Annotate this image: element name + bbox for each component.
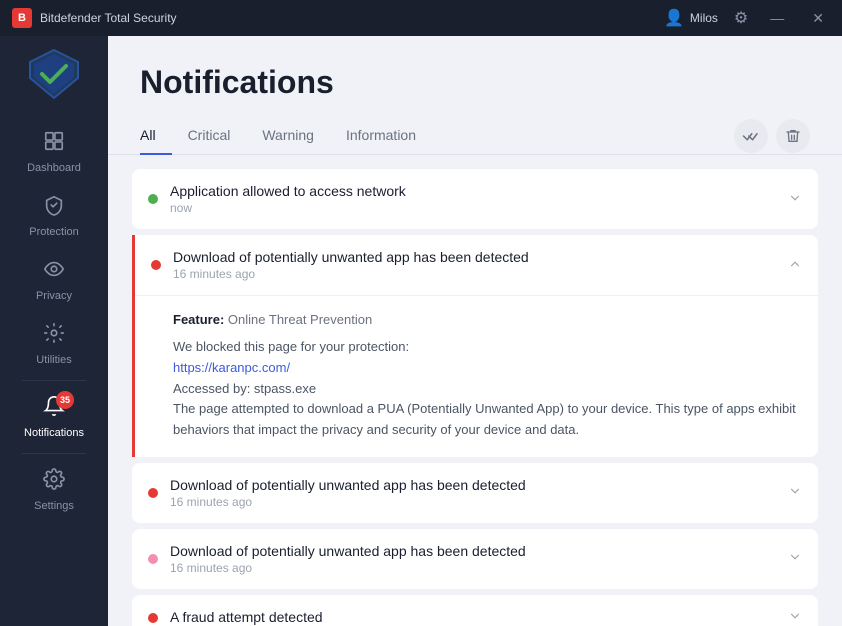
notification-item-5[interactable]: A fraud attempt detected <box>132 595 818 626</box>
chevron-down-icon <box>788 191 802 208</box>
dashboard-label: Dashboard <box>27 162 81 174</box>
feature-label: Feature: <box>173 312 224 327</box>
notification-title: Application allowed to access network <box>170 183 776 199</box>
dashboard-icon <box>43 130 65 158</box>
notification-time: now <box>170 201 776 215</box>
privacy-label: Privacy <box>36 290 72 302</box>
mark-all-read-button[interactable] <box>734 119 768 153</box>
tab-all[interactable]: All <box>140 117 172 155</box>
notification-dot-green <box>148 194 158 204</box>
notification-header-3[interactable]: Download of potentially unwanted app has… <box>132 463 818 523</box>
blocked-url[interactable]: https://karanpc.com/ <box>173 360 290 375</box>
notification-item-4[interactable]: Download of potentially unwanted app has… <box>132 529 818 589</box>
sidebar-divider <box>22 380 87 381</box>
notification-header-5[interactable]: A fraud attempt detected <box>132 595 818 626</box>
notification-header[interactable]: Application allowed to access network no… <box>132 169 818 229</box>
sidebar-item-utilities[interactable]: Utilities <box>0 312 108 376</box>
notification-text-5: A fraud attempt detected <box>170 609 776 626</box>
notification-time-3: 16 minutes ago <box>170 495 776 509</box>
settings-label: Settings <box>34 500 74 512</box>
user-icon: 👤 <box>664 8 684 28</box>
settings-icon <box>43 468 65 496</box>
page-title: Notifications <box>140 64 810 101</box>
chevron-down-icon-5 <box>788 609 802 626</box>
user-profile[interactable]: 👤 Milos <box>664 8 718 28</box>
protection-icon <box>43 194 65 222</box>
notification-item-expanded[interactable]: Download of potentially unwanted app has… <box>132 235 818 457</box>
tab-warning[interactable]: Warning <box>262 117 330 155</box>
tab-information[interactable]: Information <box>346 117 432 155</box>
sidebar-item-protection[interactable]: Protection <box>0 184 108 248</box>
notification-badge: 35 <box>56 391 74 409</box>
sidebar-logo <box>26 46 82 102</box>
notification-text: Application allowed to access network no… <box>170 183 776 215</box>
page-header: Notifications <box>108 36 842 117</box>
sidebar-divider-2 <box>22 453 87 454</box>
utilities-label: Utilities <box>36 354 71 366</box>
notification-body: Feature: Online Threat Prevention We blo… <box>135 296 818 457</box>
notification-dot-pink <box>148 554 158 564</box>
notification-dot-red-3 <box>148 488 158 498</box>
notification-item-3[interactable]: Download of potentially unwanted app has… <box>132 463 818 523</box>
notification-text-4: Download of potentially unwanted app has… <box>170 543 776 575</box>
notification-dot-red-5 <box>148 613 158 623</box>
tabs-actions <box>734 119 810 153</box>
notification-time-4: 16 minutes ago <box>170 561 776 575</box>
titlebar-controls: 👤 Milos ⚙ — ✕ <box>664 8 830 29</box>
sidebar-item-settings[interactable]: Settings <box>0 458 108 522</box>
tabs-list: All Critical Warning Information <box>140 117 448 154</box>
notification-title-expanded: Download of potentially unwanted app has… <box>173 249 776 265</box>
notification-text-expanded: Download of potentially unwanted app has… <box>173 249 776 281</box>
notification-header-expanded[interactable]: Download of potentially unwanted app has… <box>135 235 818 296</box>
username: Milos <box>690 11 718 25</box>
protection-label: Protection <box>29 226 79 238</box>
notifications-list: Application allowed to access network no… <box>108 155 842 626</box>
notification-title-3: Download of potentially unwanted app has… <box>170 477 776 493</box>
notification-time-expanded: 16 minutes ago <box>173 267 776 281</box>
notification-dot-red <box>151 260 161 270</box>
notifications-label: Notifications <box>24 427 84 439</box>
notification-header-4[interactable]: Download of potentially unwanted app has… <box>132 529 818 589</box>
privacy-icon <box>43 258 65 286</box>
notification-text-3: Download of potentially unwanted app has… <box>170 477 776 509</box>
notification-feature: Feature: Online Threat Prevention <box>173 312 802 327</box>
app-title: Bitdefender Total Security <box>40 11 664 25</box>
notification-item[interactable]: Application allowed to access network no… <box>132 169 818 229</box>
utilities-icon <box>43 322 65 350</box>
main-content: Notifications All Critical Warning Infor… <box>108 36 842 626</box>
app-body: Dashboard Protection Privacy <box>0 36 842 626</box>
notification-description: We blocked this page for your protection… <box>173 337 802 441</box>
sidebar: Dashboard Protection Privacy <box>0 36 108 626</box>
tab-critical[interactable]: Critical <box>188 117 247 155</box>
sidebar-item-dashboard[interactable]: Dashboard <box>0 120 108 184</box>
chevron-up-icon <box>788 257 802 274</box>
close-button[interactable]: ✕ <box>806 8 830 29</box>
tabs-bar: All Critical Warning Information <box>108 117 842 155</box>
minimize-button[interactable]: — <box>764 8 790 28</box>
sidebar-item-privacy[interactable]: Privacy <box>0 248 108 312</box>
chevron-down-icon-3 <box>788 484 802 501</box>
sidebar-item-notifications[interactable]: 35 Notifications <box>0 385 108 449</box>
titlebar: B Bitdefender Total Security 👤 Milos ⚙ —… <box>0 0 842 36</box>
settings-gear-icon[interactable]: ⚙ <box>734 8 748 28</box>
chevron-down-icon-4 <box>788 550 802 567</box>
notification-title-5: A fraud attempt detected <box>170 609 776 625</box>
delete-all-button[interactable] <box>776 119 810 153</box>
notification-title-4: Download of potentially unwanted app has… <box>170 543 776 559</box>
app-logo: B <box>12 8 32 28</box>
feature-value: Online Threat Prevention <box>228 312 372 327</box>
